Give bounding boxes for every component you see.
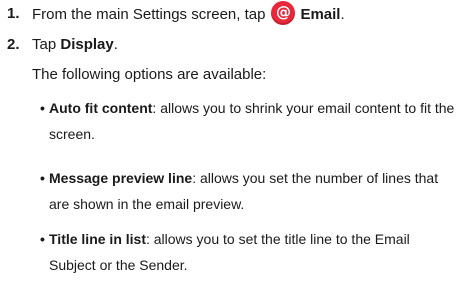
option-item: • Message preview line: allows you set t…	[40, 165, 460, 217]
email-icon-glyph: @	[275, 3, 291, 21]
step-bold-term: Display	[60, 36, 114, 53]
email-icon: @	[271, 1, 296, 25]
bullet-marker: •	[40, 231, 45, 247]
step-text-after: .	[113, 36, 118, 53]
options-intro: The following options are available:	[32, 66, 267, 83]
step-text-before: From the main Settings screen, tap	[32, 5, 266, 23]
step-text: Tap Display.	[32, 36, 118, 54]
option-item: • Title line in list: allows you to set …	[40, 226, 460, 278]
option-item: • Auto fit content: allows you to shrink…	[40, 95, 460, 147]
option-term: Title line in list	[49, 231, 146, 247]
option-term: Message preview line	[49, 170, 193, 186]
step-number: 2.	[7, 36, 20, 53]
step-bold-term: Email	[300, 5, 341, 23]
option-term: Auto fit content	[49, 100, 153, 116]
bullet-marker: •	[40, 170, 45, 186]
document-page: 1. From the main Settings screen, tap @ Em…	[0, 0, 472, 283]
bullet-marker: •	[40, 100, 45, 116]
option-text: Auto fit content: allows you to shrink y…	[40, 95, 460, 147]
option-text: Title line in list: allows you to set th…	[40, 226, 460, 278]
step-text: From the main Settings screen, tap @ Email…	[32, 1, 345, 25]
step-number: 1.	[7, 5, 20, 22]
step-text-after: .	[340, 5, 345, 23]
step-text-before: Tap	[32, 36, 57, 53]
option-text: Message preview line: allows you set the…	[40, 165, 460, 217]
